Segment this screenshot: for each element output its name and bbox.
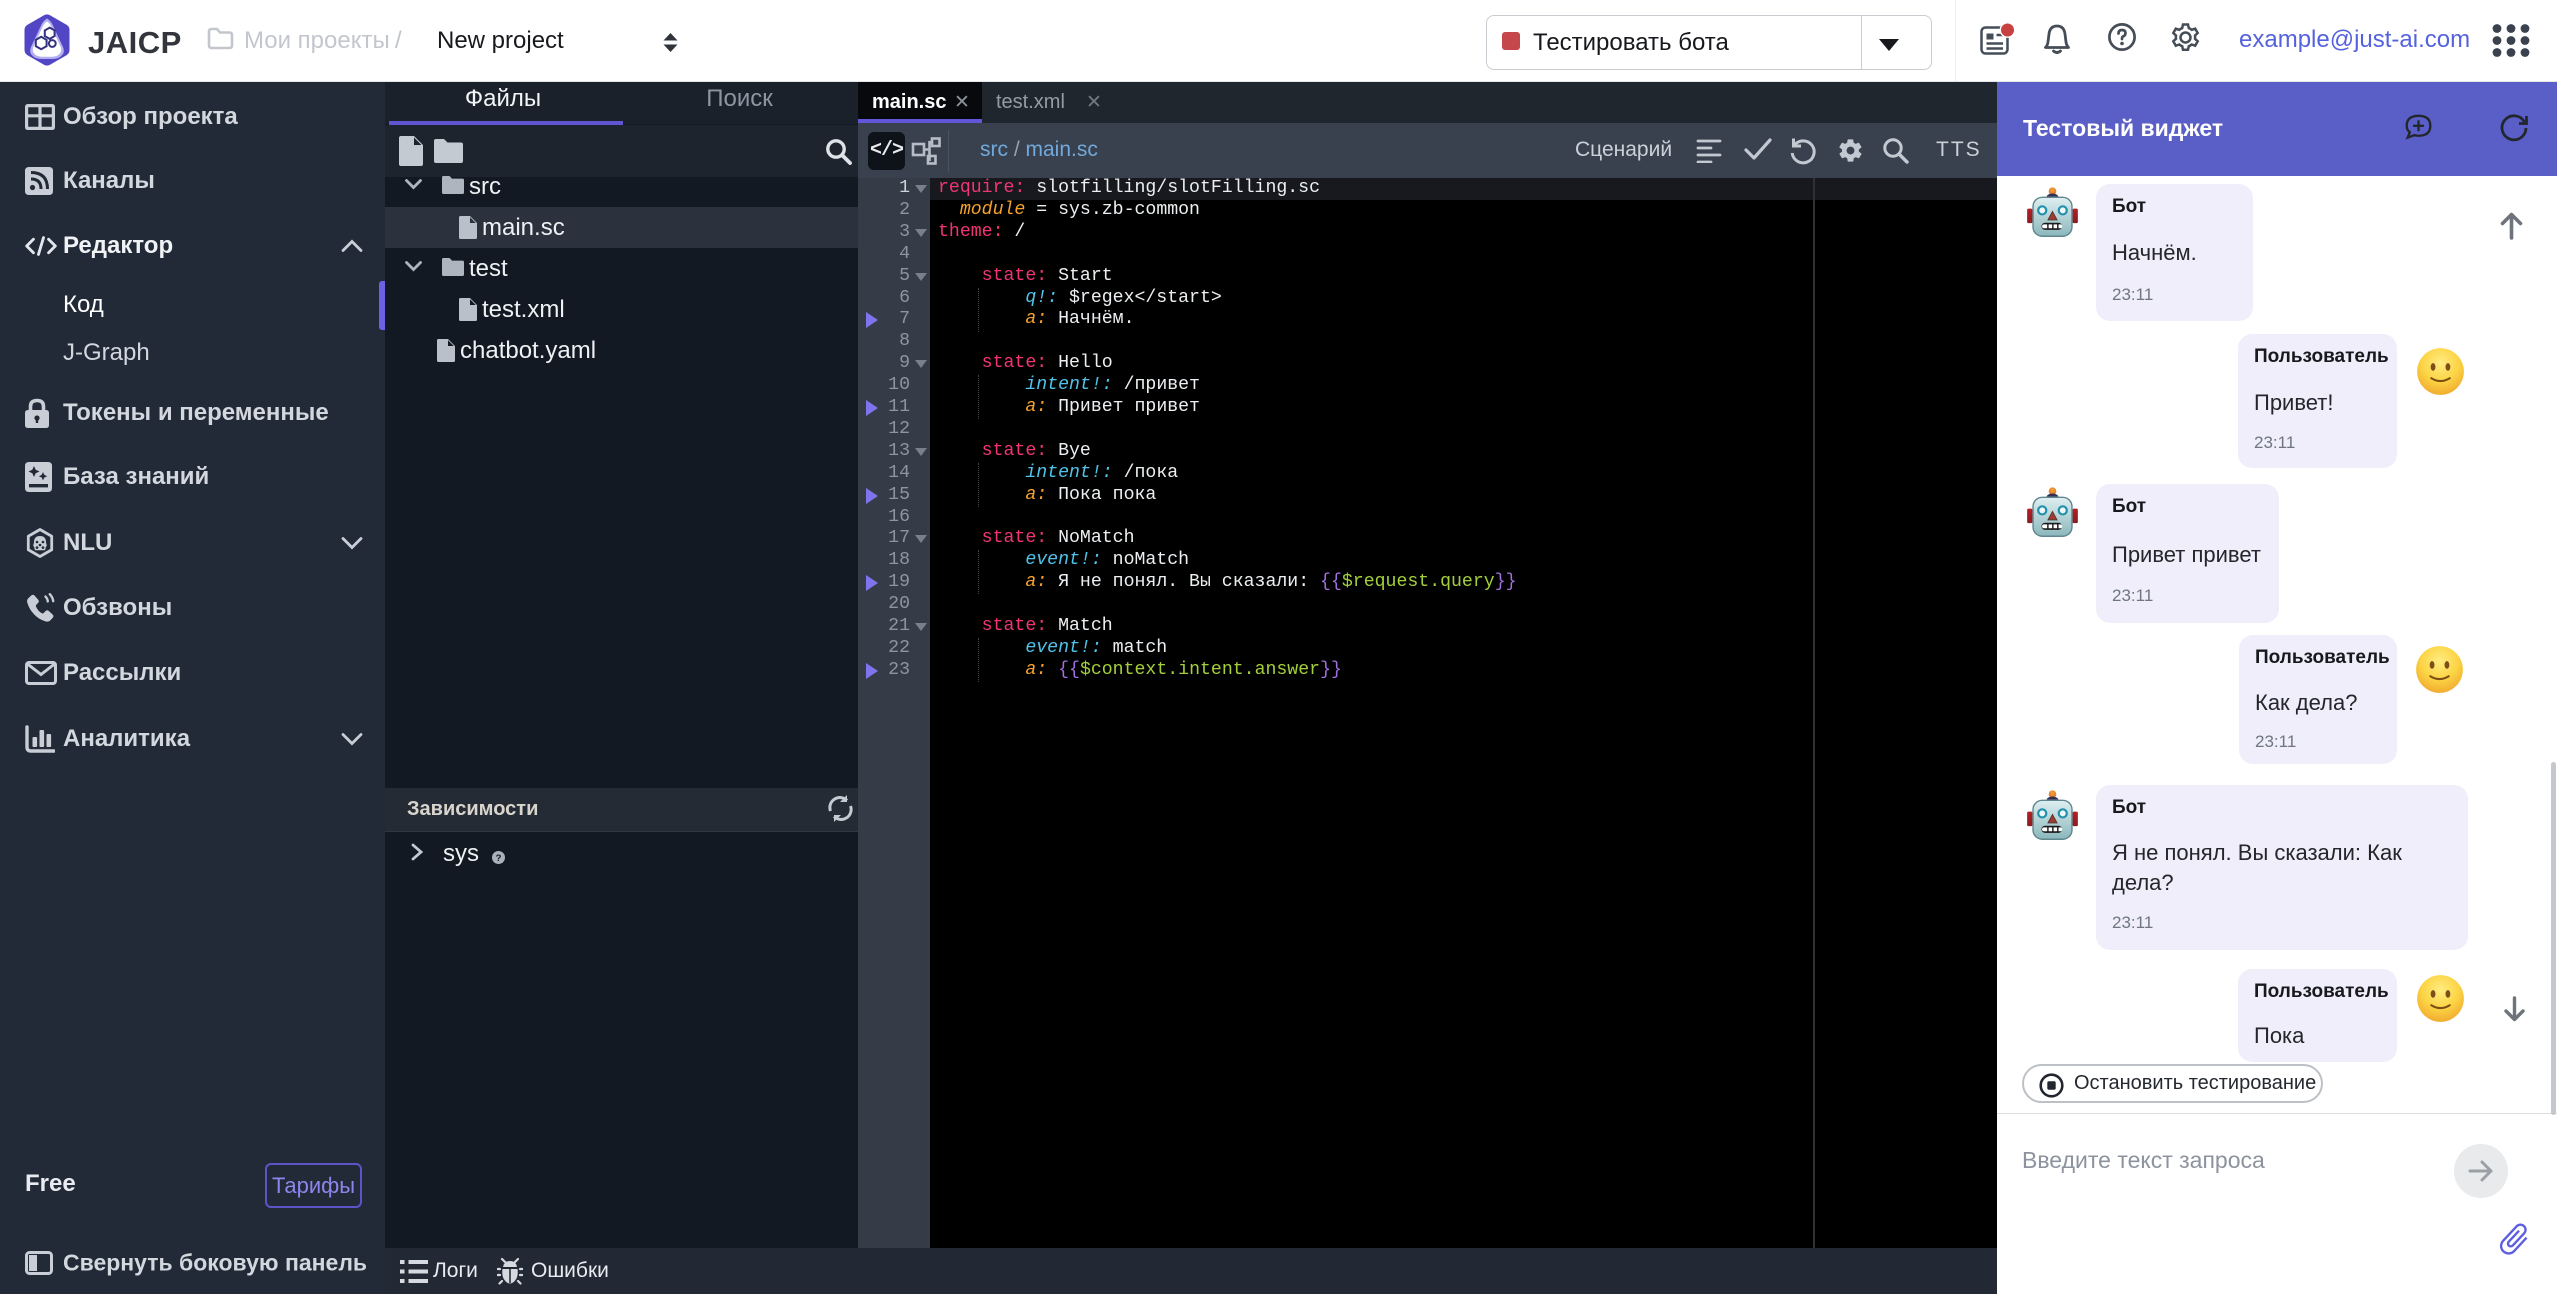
- svg-text:?: ?: [496, 853, 502, 864]
